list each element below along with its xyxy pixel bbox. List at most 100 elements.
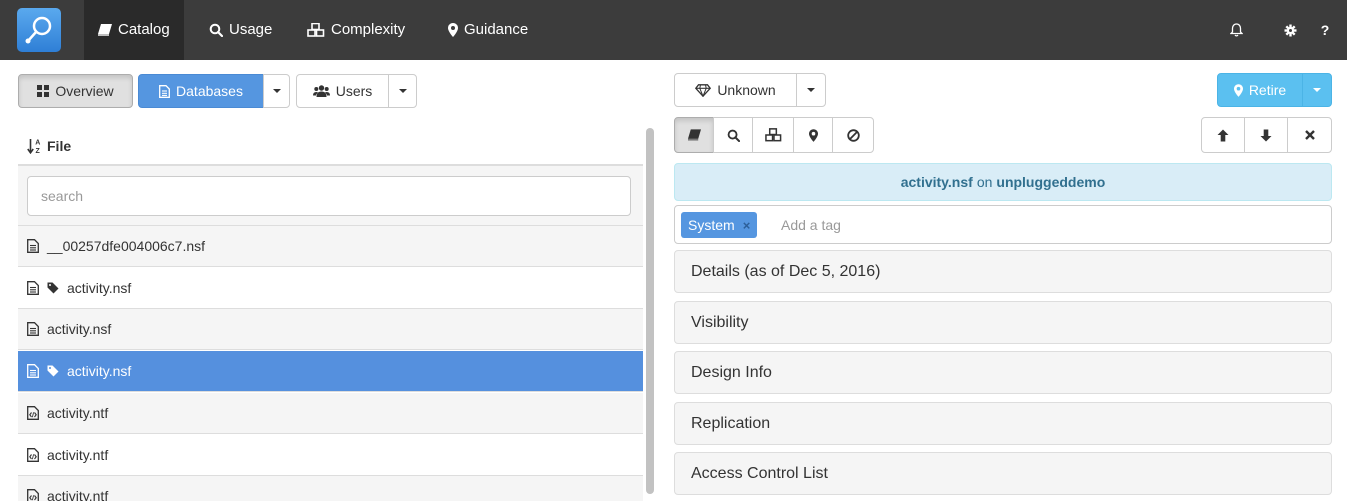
add-tag-input[interactable] bbox=[781, 212, 1081, 238]
databases-dropdown-toggle[interactable] bbox=[263, 74, 290, 108]
caret-down-icon bbox=[807, 88, 815, 92]
users-label: Users bbox=[335, 83, 373, 99]
file-type-icon-wrap bbox=[27, 489, 39, 501]
notifications-button[interactable] bbox=[1226, 0, 1246, 60]
retire-button[interactable]: Retire bbox=[1217, 73, 1303, 107]
tag-icon bbox=[47, 282, 59, 294]
retire-dropdown-toggle[interactable] bbox=[1302, 73, 1332, 107]
ban-icon bbox=[846, 128, 860, 142]
file-text-icon bbox=[27, 364, 39, 379]
file-type-icon-wrap bbox=[27, 239, 39, 253]
retire-label: Retire bbox=[1248, 82, 1287, 98]
panel-title: Design Info bbox=[691, 363, 772, 381]
file-text-icon bbox=[27, 239, 39, 253]
file-row[interactable]: activity.nsf bbox=[18, 351, 643, 393]
help-button[interactable]: ? bbox=[1318, 0, 1332, 60]
complexity-view-button[interactable] bbox=[752, 117, 794, 153]
file-row[interactable]: activity.nsf bbox=[18, 268, 643, 309]
users-icon bbox=[312, 85, 330, 97]
nav-guidance-label: Guidance bbox=[464, 21, 529, 38]
file-row[interactable]: __00257dfe004006c7.nsf bbox=[18, 226, 643, 267]
collapsible-panel[interactable]: Visibility bbox=[674, 301, 1332, 344]
title-file-name: activity.nsf bbox=[900, 174, 973, 190]
map-marker-icon bbox=[1233, 83, 1243, 97]
database-title-bar: activity.nsf on unpluggeddemo bbox=[674, 163, 1332, 201]
file-type-icon-wrap bbox=[27, 280, 39, 295]
title-connector: on bbox=[976, 174, 993, 190]
file-type-icon-wrap bbox=[27, 322, 39, 337]
collapsible-panel[interactable]: Replication bbox=[674, 402, 1332, 445]
tag-icon-wrap bbox=[47, 282, 59, 294]
panel-title: Access Control List bbox=[691, 464, 828, 482]
settings-button[interactable] bbox=[1280, 0, 1300, 60]
collapsible-panel[interactable]: Design Info bbox=[674, 351, 1332, 394]
panel-title: Replication bbox=[691, 414, 771, 432]
title-server-name: unpluggeddemo bbox=[996, 174, 1106, 190]
caret-down-icon bbox=[1313, 88, 1321, 92]
map-marker-icon bbox=[808, 128, 818, 142]
file-row[interactable]: activity.ntf bbox=[18, 435, 643, 476]
search-icon bbox=[209, 23, 223, 37]
file-search-input[interactable] bbox=[27, 176, 631, 216]
search-area bbox=[18, 166, 643, 226]
status-dropdown-toggle[interactable] bbox=[796, 73, 826, 107]
file-text-icon bbox=[159, 84, 170, 98]
move-up-button[interactable] bbox=[1201, 117, 1245, 153]
collapsible-panel[interactable]: Details (as of Dec 5, 2016) bbox=[674, 250, 1332, 293]
file-row[interactable]: activity.ntf bbox=[18, 476, 643, 501]
nav-usage-label: Usage bbox=[229, 21, 273, 38]
nav-guidance[interactable]: Guidance bbox=[434, 0, 542, 60]
file-list-scrollbar[interactable] bbox=[644, 128, 656, 501]
map-marker-icon bbox=[448, 23, 458, 37]
app-logo[interactable] bbox=[17, 8, 61, 52]
file-text-icon bbox=[27, 322, 39, 337]
cubes-icon bbox=[764, 128, 781, 142]
databases-button[interactable]: Databases bbox=[138, 74, 264, 108]
users-dropdown-toggle[interactable] bbox=[388, 74, 417, 108]
collapsible-panel[interactable]: Access Control List bbox=[674, 452, 1332, 495]
nav-complexity[interactable]: Complexity bbox=[293, 0, 419, 60]
sort-alpha-icon: A Z bbox=[27, 139, 41, 154]
move-down-button[interactable] bbox=[1244, 117, 1288, 153]
close-button[interactable] bbox=[1287, 117, 1332, 153]
panel-title: Visibility bbox=[691, 313, 749, 331]
tag-remove-icon[interactable]: × bbox=[743, 218, 751, 233]
databases-label: Databases bbox=[176, 83, 243, 99]
users-button[interactable]: Users bbox=[296, 74, 389, 108]
file-row[interactable]: activity.nsf bbox=[18, 309, 643, 351]
book-icon bbox=[687, 129, 701, 141]
file-name: activity.ntf bbox=[47, 404, 109, 421]
book-icon bbox=[98, 24, 112, 36]
status-button[interactable]: Unknown bbox=[674, 73, 797, 107]
file-row[interactable]: activity.ntf bbox=[18, 392, 643, 434]
overview-button[interactable]: Overview bbox=[18, 74, 133, 108]
panel-title: Details (as of Dec 5, 2016) bbox=[691, 262, 881, 280]
arrow-down-icon bbox=[1260, 129, 1272, 141]
scrollbar-thumb[interactable] bbox=[646, 128, 654, 494]
tag-editor: System × bbox=[674, 205, 1332, 244]
exclude-view-button[interactable] bbox=[832, 117, 874, 153]
file-header-label: File bbox=[47, 138, 72, 154]
tag-icon-wrap bbox=[47, 365, 59, 377]
cubes-icon bbox=[307, 23, 325, 37]
file-type-icon-wrap bbox=[27, 405, 39, 420]
file-type-icon-wrap bbox=[27, 364, 39, 379]
tag-chip-system: System × bbox=[681, 212, 758, 238]
status-label: Unknown bbox=[717, 82, 776, 98]
close-icon bbox=[1304, 130, 1315, 140]
file-code-icon bbox=[27, 447, 39, 462]
nav-usage[interactable]: Usage bbox=[195, 0, 286, 60]
caret-down-icon bbox=[272, 89, 281, 93]
grid-icon bbox=[37, 85, 50, 97]
usage-view-button[interactable] bbox=[713, 117, 753, 153]
nav-catalog[interactable]: Catalog bbox=[84, 0, 184, 60]
nav-catalog-label: Catalog bbox=[118, 21, 170, 38]
file-column-header[interactable]: A Z File bbox=[18, 128, 643, 166]
file-name: activity.ntf bbox=[47, 446, 109, 463]
file-name: activity.nsf bbox=[67, 363, 132, 380]
file-text-icon bbox=[27, 280, 39, 295]
file-name: activity.nsf bbox=[67, 279, 132, 296]
guidance-view-button[interactable] bbox=[793, 117, 833, 153]
diamond-icon bbox=[695, 83, 712, 97]
catalog-view-button[interactable] bbox=[674, 117, 714, 153]
